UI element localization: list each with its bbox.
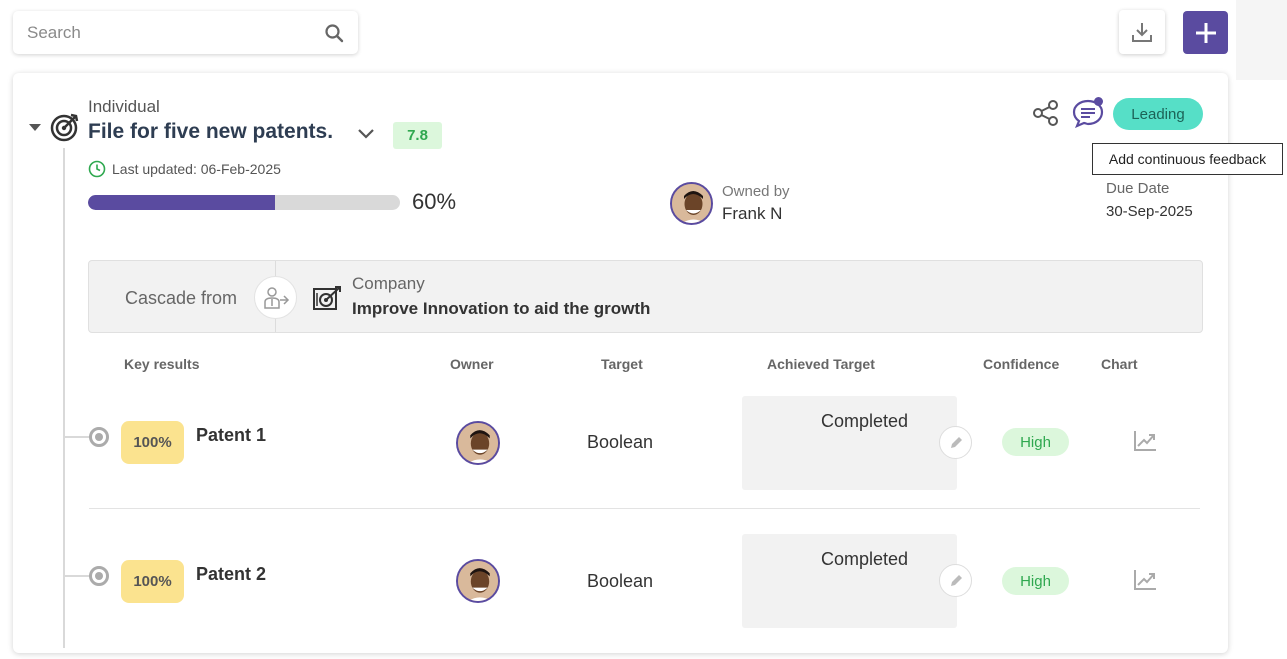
kr-name[interactable]: Patent 2: [196, 564, 266, 585]
table-row: 100% Patent 2 Boolean Completed High: [0, 519, 1287, 659]
edit-button[interactable]: [939, 564, 972, 597]
col-owner: Owner: [450, 356, 494, 372]
avatar[interactable]: [456, 421, 500, 465]
row-divider: [89, 508, 1200, 509]
add-button[interactable]: [1183, 11, 1228, 54]
avatar[interactable]: [456, 559, 500, 603]
cascade-label: Cascade from: [125, 288, 238, 308]
kr-achieved-value: Completed: [820, 411, 909, 431]
plus-icon: [1195, 22, 1216, 43]
col-confidence: Confidence: [983, 356, 1060, 372]
clock-icon: [88, 160, 106, 178]
progress-percent: 60%: [412, 189, 457, 214]
col-chart: Chart: [1101, 356, 1138, 372]
owned-by-label: Owned by: [722, 183, 790, 200]
objective-title[interactable]: File for five new patents.: [88, 120, 333, 144]
score-badge: 7.8: [393, 122, 442, 149]
kr-name[interactable]: Patent 1: [196, 425, 266, 446]
pencil-icon: [950, 436, 962, 448]
kr-achieved-value: Completed: [820, 549, 909, 569]
last-updated-text: Last updated: 06-Feb-2025: [112, 161, 281, 177]
col-key-results: Key results: [124, 356, 200, 372]
cascade-parent-type: Company: [352, 274, 425, 293]
tooltip: Add continuous feedback: [1092, 143, 1283, 175]
search-box[interactable]: [13, 11, 358, 54]
avatar-image: [458, 561, 498, 601]
due-date-label: Due Date: [1106, 180, 1170, 197]
notification-dot: [1094, 97, 1103, 106]
target-icon: [50, 113, 79, 142]
search-icon[interactable]: [324, 23, 344, 43]
col-target: Target: [601, 356, 643, 372]
owner-name: Frank N: [722, 204, 783, 223]
cascade-parent-title[interactable]: Improve Innovation to aid the growth: [352, 299, 650, 319]
download-icon: [1132, 23, 1152, 42]
kr-progress-badge: 100%: [121, 560, 184, 603]
user-arrow-icon: [263, 286, 289, 309]
kr-progress-badge: 100%: [121, 421, 184, 464]
company-objective-icon: [313, 286, 341, 310]
avatar[interactable]: [670, 182, 713, 225]
avatar-image: [458, 423, 498, 463]
confidence-badge[interactable]: High: [1002, 567, 1069, 595]
kr-status-dot: [89, 566, 109, 586]
progress-fill: [88, 195, 276, 210]
kr-status-dot: [89, 427, 109, 447]
alignment-icon[interactable]: [1032, 99, 1060, 127]
chevron-down-icon[interactable]: [357, 127, 375, 141]
col-achieved-target: Achieved Target: [767, 356, 875, 372]
kr-achieved-target: Completed: [742, 534, 957, 628]
trend-chart-icon[interactable]: [1133, 569, 1157, 591]
tree-branch: [63, 436, 91, 438]
edit-button[interactable]: [939, 426, 972, 459]
pencil-icon: [950, 574, 962, 586]
objective-type: Individual: [88, 97, 160, 116]
table-row: 100% Patent 1 Boolean Completed High: [0, 380, 1287, 520]
kr-target: Boolean: [587, 571, 654, 591]
due-date-value: 30-Sep-2025: [1106, 203, 1193, 220]
trend-chart-icon[interactable]: [1133, 430, 1157, 452]
cascade-user-button[interactable]: [254, 276, 297, 319]
cascade-panel: Cascade from Company Improve Innovation …: [88, 260, 1203, 333]
progress-bar: [88, 195, 400, 210]
status-badge: Leading: [1113, 98, 1203, 130]
kr-target: Boolean: [587, 432, 654, 452]
top-right-strip: [1236, 0, 1287, 80]
tree-branch: [63, 575, 91, 577]
download-button[interactable]: [1119, 10, 1165, 54]
confidence-badge[interactable]: High: [1002, 428, 1069, 456]
search-input[interactable]: [27, 22, 317, 43]
collapse-caret-icon[interactable]: [29, 124, 41, 131]
last-updated: Last updated: 06-Feb-2025: [88, 160, 281, 178]
kr-achieved-target: Completed: [742, 396, 957, 490]
